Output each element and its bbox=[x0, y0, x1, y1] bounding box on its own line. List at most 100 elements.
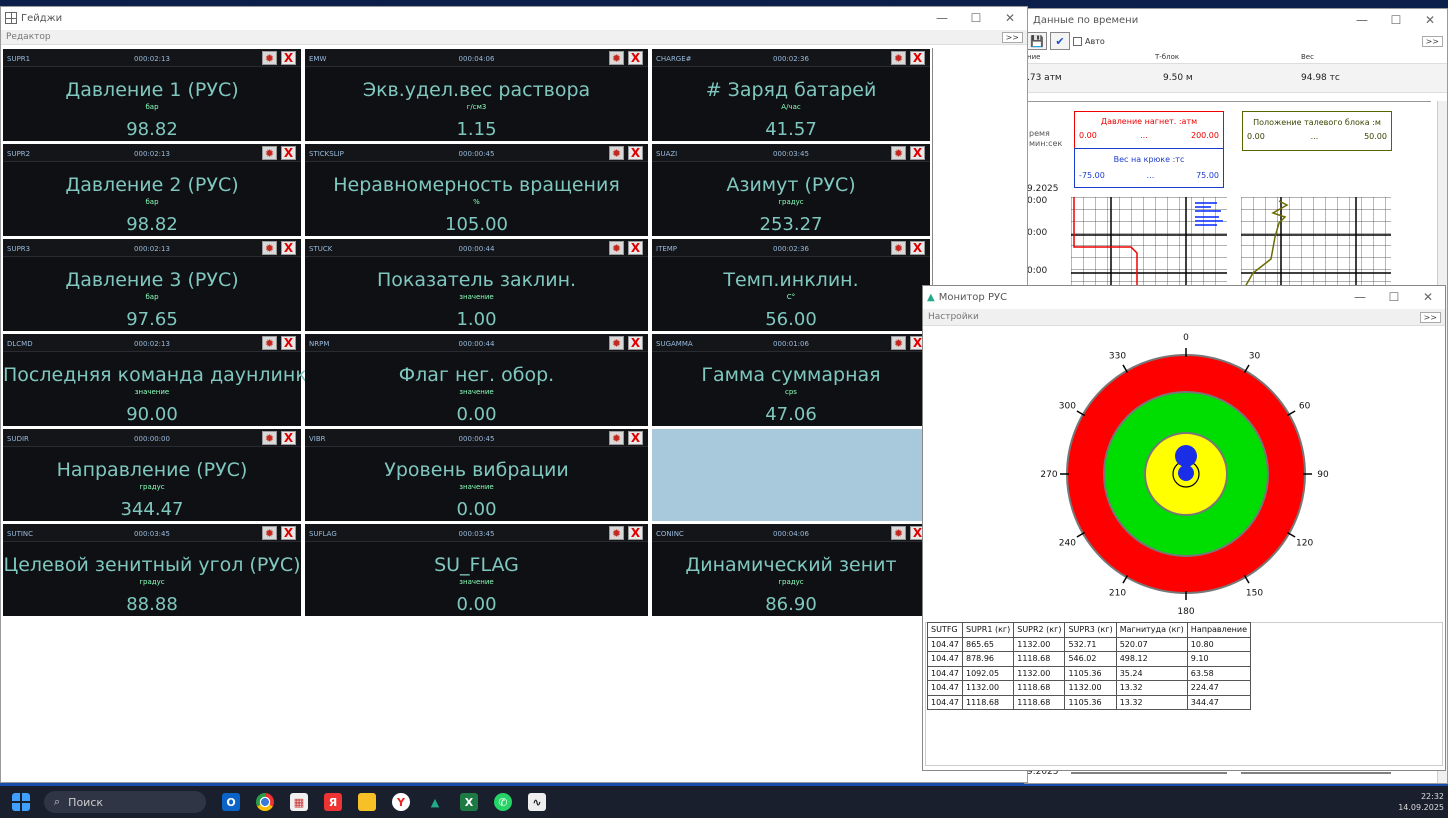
menu-bar: Редактор >> bbox=[1, 30, 1027, 45]
close-icon[interactable]: X bbox=[628, 431, 643, 445]
gauge-dlcmd[interactable]: DLCMD 000:02:13 ✹ X Последняя команда даунли… bbox=[3, 334, 318, 426]
table-header[interactable]: SUPR3 (кг) bbox=[1064, 622, 1117, 638]
gauge-coninc[interactable]: CONINC 000:04:06 ✹ X Динамический зенит граду… bbox=[652, 524, 930, 616]
table-header[interactable]: SUPR1 (кг) bbox=[961, 622, 1015, 638]
gear-icon[interactable]: ✹ bbox=[609, 146, 624, 160]
gauge-sutinc[interactable]: SUTINC 000:03:45 ✹ X Целевой зенитный угол (… bbox=[3, 524, 301, 616]
gear-icon[interactable]: ✹ bbox=[891, 51, 906, 65]
gear-icon[interactable]: ✹ bbox=[609, 336, 624, 350]
menu-settings[interactable]: Настройки bbox=[928, 312, 979, 322]
maximize-button[interactable]: ☐ bbox=[959, 11, 993, 25]
table-row[interactable]: 104.47 878.96 1118.68 546.02 498.12 9.10 bbox=[927, 651, 1252, 667]
more-button[interactable]: >> bbox=[1001, 31, 1023, 43]
gear-icon[interactable]: ✹ bbox=[609, 526, 624, 540]
table-row[interactable]: 104.47 1132.00 1118.68 1132.00 13.32 224.47 bbox=[927, 680, 1252, 696]
yandex-browser-icon[interactable]: Y bbox=[392, 793, 410, 811]
gauge-supr2[interactable]: SUPR2 000:02:13 ✹ X Давление 2 (РУС) бар 98.82 bbox=[3, 144, 301, 236]
close-icon[interactable]: X bbox=[910, 241, 925, 255]
gauge-supr3[interactable]: SUPR3 000:02:13 ✹ X Давление 3 (РУС) бар 97.65 bbox=[3, 239, 301, 331]
outlook-icon[interactable]: O bbox=[222, 793, 240, 811]
close-icon[interactable]: X bbox=[628, 146, 643, 160]
gauge-suflag[interactable]: SUFLAG 000:03:45 ✹ X SU_FLAG значение 0.00 bbox=[305, 524, 648, 616]
data-table: SUTFG SUPR1 (кг) SUPR2 (кг) SUPR3 (кг) Магни… bbox=[927, 622, 1252, 710]
minimize-button[interactable]: — bbox=[1345, 13, 1379, 27]
minimize-button[interactable]: — bbox=[925, 11, 959, 25]
table-cell: 520.07 bbox=[1115, 636, 1188, 652]
gear-icon[interactable]: ✹ bbox=[262, 336, 277, 350]
close-button[interactable]: ✕ bbox=[993, 11, 1027, 25]
close-icon[interactable]: X bbox=[281, 241, 296, 255]
menu-editor[interactable]: Редактор bbox=[6, 32, 51, 42]
close-button[interactable]: ✕ bbox=[1413, 13, 1447, 27]
table-header[interactable]: Магнитуда (кг) bbox=[1115, 622, 1188, 638]
gauge-suazi[interactable]: SUAZI 000:03:45 ✹ X Азимут (РУС) градус 253.27 bbox=[652, 144, 930, 236]
close-icon[interactable]: X bbox=[910, 51, 925, 65]
gauge-title: Флаг нег. обор. bbox=[398, 364, 555, 386]
gauge-sudir[interactable]: SUDIR 000:00:00 ✹ X Направление (РУС) градус 3… bbox=[3, 429, 301, 521]
gauge-stuck[interactable]: STUCK 000:00:44 ✹ X Показатель заклин. значен… bbox=[305, 239, 648, 331]
chart-app-icon[interactable]: ∿ bbox=[528, 793, 546, 811]
close-icon[interactable]: X bbox=[281, 526, 296, 540]
gauge-sugamma[interactable]: SUGAMMA 000:01:06 ✹ X Гамма суммарная cps 47.0… bbox=[652, 334, 930, 426]
gauge-time: 000:02:13 bbox=[134, 245, 170, 253]
value-cell: 94.98 тс bbox=[1301, 73, 1340, 83]
gear-icon[interactable]: ✹ bbox=[262, 146, 277, 160]
close-icon[interactable]: X bbox=[628, 51, 643, 65]
close-icon[interactable]: X bbox=[281, 336, 296, 350]
more-button[interactable]: >> bbox=[1421, 35, 1443, 47]
gauge-value: 0.00 bbox=[456, 404, 497, 425]
gauge-itemp[interactable]: ITEMP 000:02:36 ✹ X Темп.инклин. C° 56.00 bbox=[652, 239, 930, 331]
gauge-supr1[interactable]: SUPR1 000:02:13 ✹ X Давление 1 (РУС) бар 98.82 bbox=[3, 49, 301, 141]
gauge-header: CHARGE# 000:02:36 ✹ X bbox=[652, 49, 930, 67]
more-button[interactable]: >> bbox=[1419, 311, 1441, 323]
gear-icon[interactable]: ✹ bbox=[891, 241, 906, 255]
whatsapp-icon[interactable]: ✆ bbox=[494, 793, 512, 811]
gauge-value: 41.57 bbox=[765, 119, 817, 140]
gauge-time: 000:00:00 bbox=[134, 435, 170, 443]
gauge-nrpm[interactable]: NRPM 000:00:44 ✹ X Флаг нег. обор. значение 0.… bbox=[305, 334, 648, 426]
gear-icon[interactable]: ✹ bbox=[891, 526, 906, 540]
gear-icon[interactable]: ✹ bbox=[262, 526, 277, 540]
close-icon[interactable]: X bbox=[628, 336, 643, 350]
gauge-vibr[interactable]: VIBR 000:00:45 ✹ X Уровень вибрации значение 0… bbox=[305, 429, 648, 521]
maximize-button[interactable]: ☐ bbox=[1377, 290, 1411, 304]
chrome-icon[interactable] bbox=[256, 793, 274, 811]
folder-icon[interactable] bbox=[358, 793, 376, 811]
save-icon[interactable]: 💾 bbox=[1027, 32, 1047, 50]
monitor-app-icon[interactable]: ▲ bbox=[426, 793, 444, 811]
gauge-charge[interactable]: CHARGE# 000:02:36 ✹ X # Заряд батарей А/час 41… bbox=[652, 49, 930, 141]
table-header[interactable]: SUPR2 (кг) bbox=[1013, 622, 1066, 638]
close-icon[interactable]: X bbox=[628, 241, 643, 255]
table-row[interactable]: 104.47 1092.05 1132.00 1105.36 35.24 63.58 bbox=[927, 665, 1252, 681]
gear-icon[interactable]: ✹ bbox=[609, 51, 624, 65]
check-icon[interactable]: ✔ bbox=[1050, 32, 1070, 50]
gear-icon[interactable]: ✹ bbox=[262, 431, 277, 445]
table-row[interactable]: 104.47 865.65 1132.00 532.71 520.07 10.80 bbox=[927, 636, 1252, 652]
close-button[interactable]: ✕ bbox=[1411, 290, 1445, 304]
gauge-stickslip[interactable]: STICKSLIP 000:00:45 ✹ X Неравномерность вращ… bbox=[305, 144, 648, 236]
excel-icon[interactable]: X bbox=[460, 793, 478, 811]
yandex-icon[interactable]: Я bbox=[324, 793, 342, 811]
table-header[interactable]: Направление bbox=[1186, 622, 1252, 638]
table-row[interactable]: 104.47 1118.68 1118.68 1105.36 13.32 344.47 bbox=[927, 694, 1252, 710]
gear-icon[interactable]: ✹ bbox=[891, 336, 906, 350]
gear-icon[interactable]: ✹ bbox=[262, 241, 277, 255]
close-icon[interactable]: X bbox=[281, 146, 296, 160]
empty-gauge-slot[interactable] bbox=[652, 429, 930, 521]
close-icon[interactable]: X bbox=[281, 51, 296, 65]
gear-icon[interactable]: ✹ bbox=[891, 146, 906, 160]
close-icon[interactable]: X bbox=[628, 526, 643, 540]
gauge-emw[interactable]: EMW 000:04:06 ✹ X Экв.удел.вес раствора г/см3… bbox=[305, 49, 648, 141]
maximize-button[interactable]: ☐ bbox=[1379, 13, 1413, 27]
search-box[interactable]: ⌕ Поиск bbox=[44, 791, 206, 813]
minimize-button[interactable]: — bbox=[1343, 290, 1377, 304]
gear-icon[interactable]: ✹ bbox=[609, 431, 624, 445]
gear-icon[interactable]: ✹ bbox=[609, 241, 624, 255]
close-icon[interactable]: X bbox=[281, 431, 296, 445]
close-icon[interactable]: X bbox=[910, 146, 925, 160]
gear-icon[interactable]: ✹ bbox=[262, 51, 277, 65]
auto-checkbox[interactable] bbox=[1073, 36, 1082, 46]
table-header[interactable]: SUTFG bbox=[927, 622, 963, 638]
app-icon[interactable]: ▦ bbox=[290, 793, 308, 811]
start-icon[interactable] bbox=[12, 793, 30, 811]
